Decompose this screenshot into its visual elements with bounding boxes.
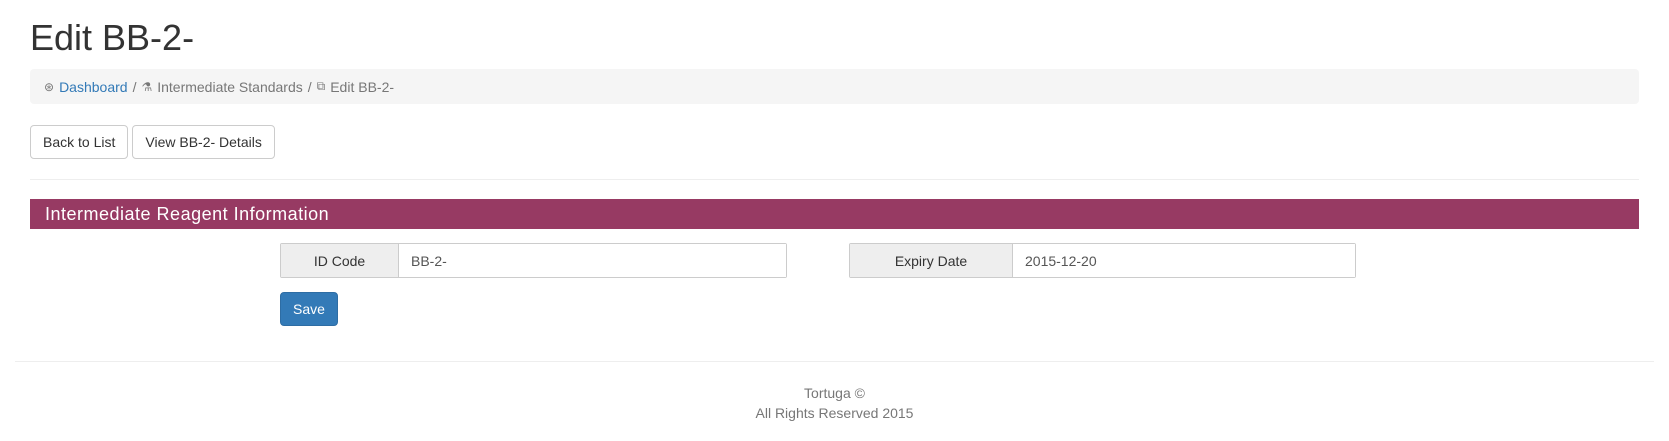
expiry-date-input[interactable] [1013,244,1355,277]
action-buttons: Back to List View BB-2- Details [30,125,275,159]
flask-icon: ⚗ [141,79,153,94]
id-code-label: ID Code [281,244,399,277]
page-title: Edit BB-2- [30,17,195,58]
breadcrumb-dashboard-link[interactable]: Dashboard [59,79,128,95]
section-title: Intermediate Reagent Information [45,203,330,224]
page-container: Edit BB-2- ⊛ Dashboard / ⚗ Intermediate … [0,0,1669,441]
expiry-date-label: Expiry Date [850,244,1013,277]
expiry-date-field-group: Expiry Date [849,243,1356,278]
breadcrumb-intermediate-standards[interactable]: Intermediate Standards [157,79,303,95]
breadcrumb-separator: / [132,78,137,95]
breadcrumb: ⊛ Dashboard / ⚗ Intermediate Standards /… [30,69,1639,104]
id-code-input[interactable] [399,244,786,277]
breadcrumb-current: Edit BB-2- [330,78,395,95]
breadcrumb-separator: / [307,78,312,95]
id-code-field-group: ID Code [280,243,787,278]
view-details-button[interactable]: View BB-2- Details [132,125,275,159]
back-to-list-button[interactable]: Back to List [30,125,129,159]
save-button[interactable]: Save [280,292,338,326]
section-header: Intermediate Reagent Information [30,199,1639,229]
footer-copyright: All Rights Reserved 2015 [755,405,914,421]
copy-icon: ⧉ [316,79,326,93]
footer-divider [15,361,1654,362]
footer-brand: Tortuga © [804,385,865,401]
footer: Tortuga © All Rights Reserved 2015 [0,383,1669,423]
divider [30,179,1639,180]
dashboard-icon: ⊛ [44,79,55,94]
